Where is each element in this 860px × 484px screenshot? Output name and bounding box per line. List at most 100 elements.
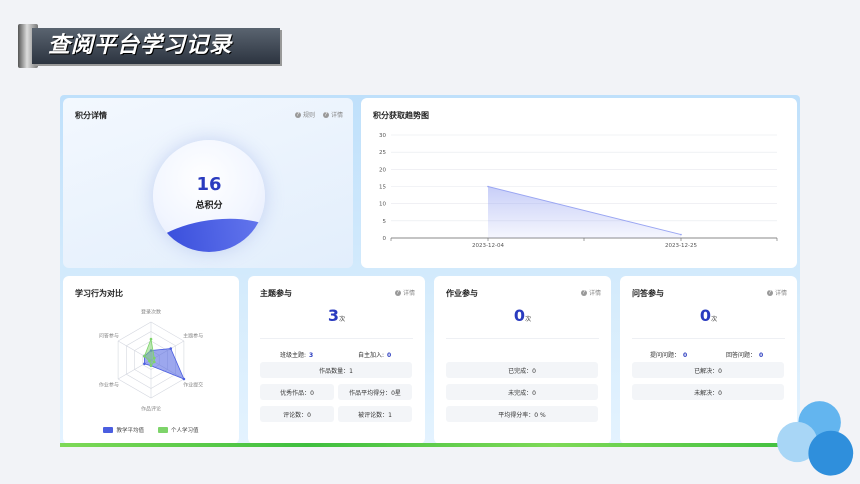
y-tick-label: 25 <box>379 150 386 156</box>
legend-label: 个人学习值 <box>171 428 199 434</box>
excellent-works-pill: 优秀作品：0 <box>260 384 334 400</box>
homework-count: 0次 <box>434 306 611 325</box>
rules-link[interactable]: ? 规则 <box>294 110 315 119</box>
details-label: 详情 <box>588 290 601 297</box>
divider <box>446 338 599 339</box>
works-count-pill: 作品数量：1 <box>260 362 412 378</box>
help-icon: ? <box>766 289 773 296</box>
radar-personal-area-point <box>148 359 151 363</box>
help-icon: ? <box>394 289 401 296</box>
topic-count-value: 3 <box>327 306 340 325</box>
radar-axis-label: 问答参与 <box>99 333 119 340</box>
deco-circle <box>808 430 854 476</box>
stat-label: 提问问题： <box>650 352 681 359</box>
stat-label: 回答问题： <box>726 352 757 359</box>
legend-swatch <box>103 427 114 433</box>
help-icon: ? <box>322 111 329 118</box>
y-tick-label: 10 <box>379 202 386 208</box>
slide-title-banner: 查阅平台学习记录 <box>18 24 280 68</box>
unresolved-pill: 未解决：0 <box>632 384 784 400</box>
score-orb: 16 总积分 <box>153 140 265 252</box>
help-icon: ? <box>294 111 301 118</box>
score-card-links: ? 规则 ? 详情 <box>294 110 343 119</box>
trend-point <box>487 185 489 188</box>
topic-card-title: 主题参与 <box>260 289 292 298</box>
decorative-circles <box>777 401 854 476</box>
y-tick-label: 5 <box>383 219 387 225</box>
avg-score-pill: 作品平均得分：0星 <box>338 384 412 400</box>
stat-value: 3 <box>309 352 314 359</box>
radar-chart: 登录次数主题参与作业提交作品评论 作业参与 问答参与 <box>99 308 203 413</box>
radar-axis-label: 登录次数 <box>141 308 161 315</box>
radar-personal-area-point <box>152 360 156 364</box>
completed-pill: 已完成：0 <box>446 362 598 378</box>
resolved-pill: 已解决：0 <box>632 362 784 378</box>
legend-item-personal[interactable]: 个人学习值 <box>158 426 199 434</box>
radar-axis-label: 作业提交 <box>183 381 203 388</box>
radar-personal-area-point <box>152 356 156 360</box>
y-tick-label: 30 <box>379 133 386 139</box>
x-tick-label: 2023-12-25 <box>665 243 697 249</box>
help-icon: ? <box>580 289 587 296</box>
stat-label: 自主加入: <box>358 352 385 359</box>
homework-count-value: 0 <box>513 306 526 325</box>
score-card-title: 积分详情 <box>75 111 107 120</box>
qa-count: 0次 <box>620 306 797 325</box>
radar-axis-label: 作业参与 <box>99 381 119 388</box>
legend-item-teach[interactable]: 教学平均值 <box>103 426 144 434</box>
radar-teach-area-point <box>169 347 173 350</box>
avg-score-rate-pill: 平均得分率：0 % <box>446 406 598 422</box>
topic-card: 主题参与 ? 详情 3次 班级主题: 3 自主加入: 0 作品数量：1 优秀作品：0 … <box>248 276 425 444</box>
topic-count: 3次 <box>248 306 425 325</box>
details-link[interactable]: ? 详情 <box>394 288 415 297</box>
homework-card-title: 作业参与 <box>446 289 478 298</box>
radar-card: 学习行为对比 登录次数 主题参与 作业提交 作品评论 作业参与 问答参与 教学平均值 个人… <box>63 276 239 444</box>
details-link[interactable]: ? 详情 <box>580 288 601 297</box>
legend-label: 教学平均值 <box>116 428 144 434</box>
stat-label: 班级主题: <box>280 352 307 359</box>
trend-card: 积分获取趋势图 0 5 10 15 20 25 30 2023-12-04 2023-12-25 <box>361 98 797 268</box>
radar-axis-label: 作品评论 <box>141 406 161 413</box>
radar-personal-area-point <box>149 337 153 341</box>
qa-card-links: ? 详情 <box>766 288 787 297</box>
y-tick-label: 20 <box>379 167 386 173</box>
divider <box>632 338 785 339</box>
trend-point <box>680 233 682 236</box>
topic-count-unit: 次 <box>339 316 346 323</box>
stat-value: 0 <box>683 352 688 359</box>
self-join-stat: 自主加入: 0 <box>358 350 391 359</box>
rules-label: 规则 <box>302 112 315 119</box>
homework-count-unit: 次 <box>525 316 532 323</box>
qa-card-title: 问答参与 <box>632 289 664 298</box>
commented-pill: 被评论数：1 <box>338 406 412 422</box>
total-score-label: 总积分 <box>195 201 223 211</box>
score-card: 积分详情 ? 规则 ? 详情 16 总积分 <box>63 98 353 268</box>
qa-count-unit: 次 <box>711 316 718 323</box>
details-link[interactable]: ? 详情 <box>322 110 343 119</box>
stat-value: 0 <box>759 352 764 359</box>
radar-teach-area-point <box>182 377 186 381</box>
radar-personal-area-point <box>149 364 153 367</box>
homework-card-links: ? 详情 <box>580 288 601 297</box>
details-label: 详情 <box>330 112 343 119</box>
trend-chart: 0 5 10 15 20 25 30 2023-12-04 2023-12-25 <box>379 133 778 249</box>
radar-teach-area-point <box>143 362 146 366</box>
radar-axis-label: 主题参与 <box>183 333 203 340</box>
orb-wave <box>153 210 265 252</box>
y-tick-label: 15 <box>379 185 386 191</box>
incomplete-pill: 未完成：0 <box>446 384 598 400</box>
radar-legend: 教学平均值 个人学习值 <box>63 426 239 434</box>
questions-answered-stat: 回答问题： 0 <box>726 350 763 359</box>
questions-asked-stat: 提问问题： 0 <box>650 350 687 359</box>
homework-card: 作业参与 ? 详情 0次 已完成：0 未完成：0 平均得分率：0 % <box>434 276 611 444</box>
class-topic-stat: 班级主题: 3 <box>280 350 313 359</box>
details-link[interactable]: ? 详情 <box>766 288 787 297</box>
qa-count-value: 0 <box>699 306 712 325</box>
green-strip <box>60 443 800 447</box>
slide-title: 查阅平台学习记录 <box>48 33 233 58</box>
dashboard-screenshot: 积分详情 ? 规则 ? 详情 16 总积分 积分获取趋势图 0 5 10 15 20 25 30… <box>60 95 800 447</box>
comments-pill: 评论数：0 <box>260 406 334 422</box>
legend-swatch <box>158 427 168 433</box>
total-score-value: 16 <box>196 174 222 195</box>
stat-value: 0 <box>387 352 392 359</box>
